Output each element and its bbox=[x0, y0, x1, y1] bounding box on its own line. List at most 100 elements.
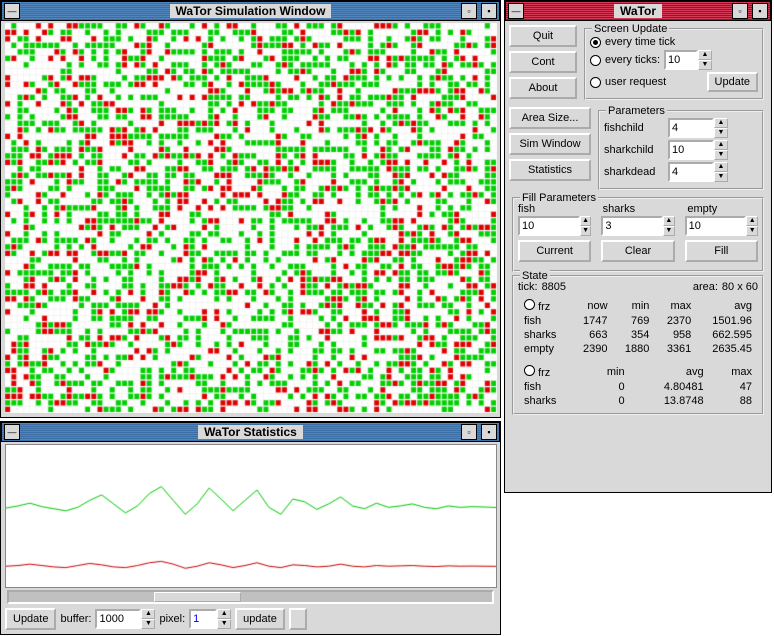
quit-button[interactable]: Quit bbox=[509, 25, 577, 47]
fill-legend: Fill Parameters bbox=[520, 192, 598, 204]
down-icon[interactable]: ▼ bbox=[217, 619, 231, 629]
buffer-stepper[interactable]: ▲▼ bbox=[95, 609, 155, 629]
stats-menu-icon[interactable]: — bbox=[4, 424, 20, 440]
minimize-icon[interactable]: ▫ bbox=[461, 424, 477, 440]
clear-button[interactable]: Clear bbox=[601, 240, 674, 262]
ticks-input[interactable] bbox=[664, 50, 698, 70]
sharkchild-stepper[interactable]: ▲▼ bbox=[668, 140, 728, 160]
up-icon[interactable]: ▲ bbox=[663, 216, 675, 226]
state-table-1: frz now min max avg fish174776923701501.… bbox=[518, 297, 758, 357]
fill-empty-stepper[interactable]: ▲▼ bbox=[685, 216, 758, 236]
opt-every-tick: every time tick bbox=[605, 36, 675, 48]
update-button[interactable]: Update bbox=[5, 608, 56, 630]
down-icon[interactable]: ▼ bbox=[141, 619, 155, 629]
up-icon[interactable]: ▲ bbox=[714, 162, 728, 172]
sharkdead-input[interactable] bbox=[668, 162, 714, 182]
pixel-stepper[interactable]: ▲▼ bbox=[189, 609, 231, 629]
ctrl-menu-icon[interactable]: — bbox=[508, 3, 524, 19]
area-value: 80 x 60 bbox=[722, 281, 758, 293]
fill-sharks-input[interactable] bbox=[601, 216, 663, 236]
table-row: sharks013.874888 bbox=[520, 395, 756, 407]
maximize-icon[interactable]: ▪ bbox=[481, 424, 497, 440]
up-icon[interactable]: ▲ bbox=[698, 50, 712, 60]
fill-fish-stepper[interactable]: ▲▼ bbox=[518, 216, 591, 236]
frz-label: frz bbox=[538, 301, 550, 313]
opt-every-ticks: every ticks: bbox=[605, 54, 660, 66]
fill-parameters-group: Fill Parameters fish sharks empty ▲▼ ▲▼ … bbox=[512, 197, 764, 272]
sim-title: WaTor Simulation Window bbox=[170, 4, 332, 18]
maximize-icon[interactable]: ▪ bbox=[752, 3, 768, 19]
stats-bottom-row: Update buffer: ▲▼ pixel: ▲▼ update bbox=[1, 606, 500, 632]
current-button[interactable]: Current bbox=[518, 240, 591, 262]
pixel-label: pixel: bbox=[159, 613, 185, 625]
parameters-legend: Parameters bbox=[606, 105, 667, 117]
stats-titlebar: — WaTor Statistics ▫ ▪ bbox=[1, 422, 500, 442]
down-icon[interactable]: ▼ bbox=[663, 226, 675, 236]
table-row: sharks663354958662.595 bbox=[520, 329, 756, 341]
down-icon[interactable]: ▼ bbox=[746, 226, 758, 236]
up-icon[interactable]: ▲ bbox=[714, 140, 728, 150]
about-button[interactable]: About bbox=[509, 77, 577, 99]
parameters-group: Parameters fishchild ▲▼ sharkchild ▲▼ sh… bbox=[598, 110, 764, 190]
buffer-label: buffer: bbox=[60, 613, 91, 625]
scrollbar-thumb[interactable] bbox=[154, 592, 241, 602]
tick-value: 8805 bbox=[542, 281, 566, 293]
down-icon[interactable]: ▼ bbox=[698, 60, 712, 70]
fill-empty-input[interactable] bbox=[685, 216, 747, 236]
fishchild-input[interactable] bbox=[668, 118, 714, 138]
screen-update-group: Screen Update every time tick every tick… bbox=[584, 28, 764, 100]
screen-update-legend: Screen Update bbox=[592, 23, 669, 35]
radio-every-tick[interactable] bbox=[590, 37, 601, 48]
state-legend: State bbox=[520, 270, 550, 282]
sim-window-button[interactable]: Sim Window bbox=[509, 133, 591, 155]
pixel-input[interactable] bbox=[189, 609, 217, 629]
up-icon[interactable]: ▲ bbox=[746, 216, 758, 226]
statistics-button[interactable]: Statistics bbox=[509, 159, 591, 181]
fill-sharks-label: sharks bbox=[603, 203, 674, 215]
hdr-min: min bbox=[614, 299, 654, 313]
fishchild-stepper[interactable]: ▲▼ bbox=[668, 118, 728, 138]
down-icon[interactable]: ▼ bbox=[580, 226, 592, 236]
fill-sharks-stepper[interactable]: ▲▼ bbox=[601, 216, 674, 236]
fill-empty-label: empty bbox=[687, 203, 758, 215]
area-size-button[interactable]: Area Size... bbox=[509, 107, 591, 129]
radio-user-request[interactable] bbox=[590, 77, 601, 88]
statistics-chart bbox=[5, 444, 497, 588]
up-icon[interactable]: ▲ bbox=[141, 609, 155, 619]
minimize-icon[interactable]: ▫ bbox=[461, 3, 477, 19]
ctrl-title: WaTor bbox=[614, 4, 662, 18]
fill-fish-input[interactable] bbox=[518, 216, 580, 236]
sharkdead-label: sharkdead bbox=[604, 166, 664, 178]
toggle-button[interactable] bbox=[289, 608, 307, 630]
cont-button[interactable]: Cont bbox=[509, 51, 577, 73]
down-icon[interactable]: ▼ bbox=[714, 172, 728, 182]
minimize-icon[interactable]: ▫ bbox=[732, 3, 748, 19]
stats-scrollbar[interactable] bbox=[7, 590, 494, 604]
radio-every-ticks[interactable] bbox=[590, 55, 601, 66]
maximize-icon[interactable]: ▪ bbox=[481, 3, 497, 19]
up-icon[interactable]: ▲ bbox=[217, 609, 231, 619]
sharkchild-label: sharkchild bbox=[604, 144, 664, 156]
frz-radio-2[interactable] bbox=[524, 365, 535, 376]
up-icon[interactable]: ▲ bbox=[580, 216, 592, 226]
sim-menu-icon[interactable]: — bbox=[4, 3, 20, 19]
up-icon[interactable]: ▲ bbox=[714, 118, 728, 128]
ticks-stepper[interactable]: ▲▼ bbox=[664, 50, 712, 70]
hdr2-avg: avg bbox=[631, 365, 708, 379]
table-row: fish174776923701501.96 bbox=[520, 315, 756, 327]
sharkdead-stepper[interactable]: ▲▼ bbox=[668, 162, 728, 182]
buffer-input[interactable] bbox=[95, 609, 141, 629]
sharkchild-input[interactable] bbox=[668, 140, 714, 160]
hdr2-max: max bbox=[710, 365, 756, 379]
simulation-window: — WaTor Simulation Window ▫ ▪ bbox=[0, 0, 501, 418]
down-icon[interactable]: ▼ bbox=[714, 128, 728, 138]
screen-update-button[interactable]: Update bbox=[707, 72, 758, 92]
ctrl-titlebar: — WaTor ▫ ▪ bbox=[505, 1, 771, 21]
fill-fish-label: fish bbox=[518, 203, 589, 215]
down-icon[interactable]: ▼ bbox=[714, 150, 728, 160]
frz-radio-1[interactable] bbox=[524, 299, 535, 310]
opt-user-request: user request bbox=[605, 76, 666, 88]
fill-button[interactable]: Fill bbox=[685, 240, 758, 262]
update2-button[interactable]: update bbox=[235, 608, 285, 630]
hdr-avg: avg bbox=[697, 299, 756, 313]
